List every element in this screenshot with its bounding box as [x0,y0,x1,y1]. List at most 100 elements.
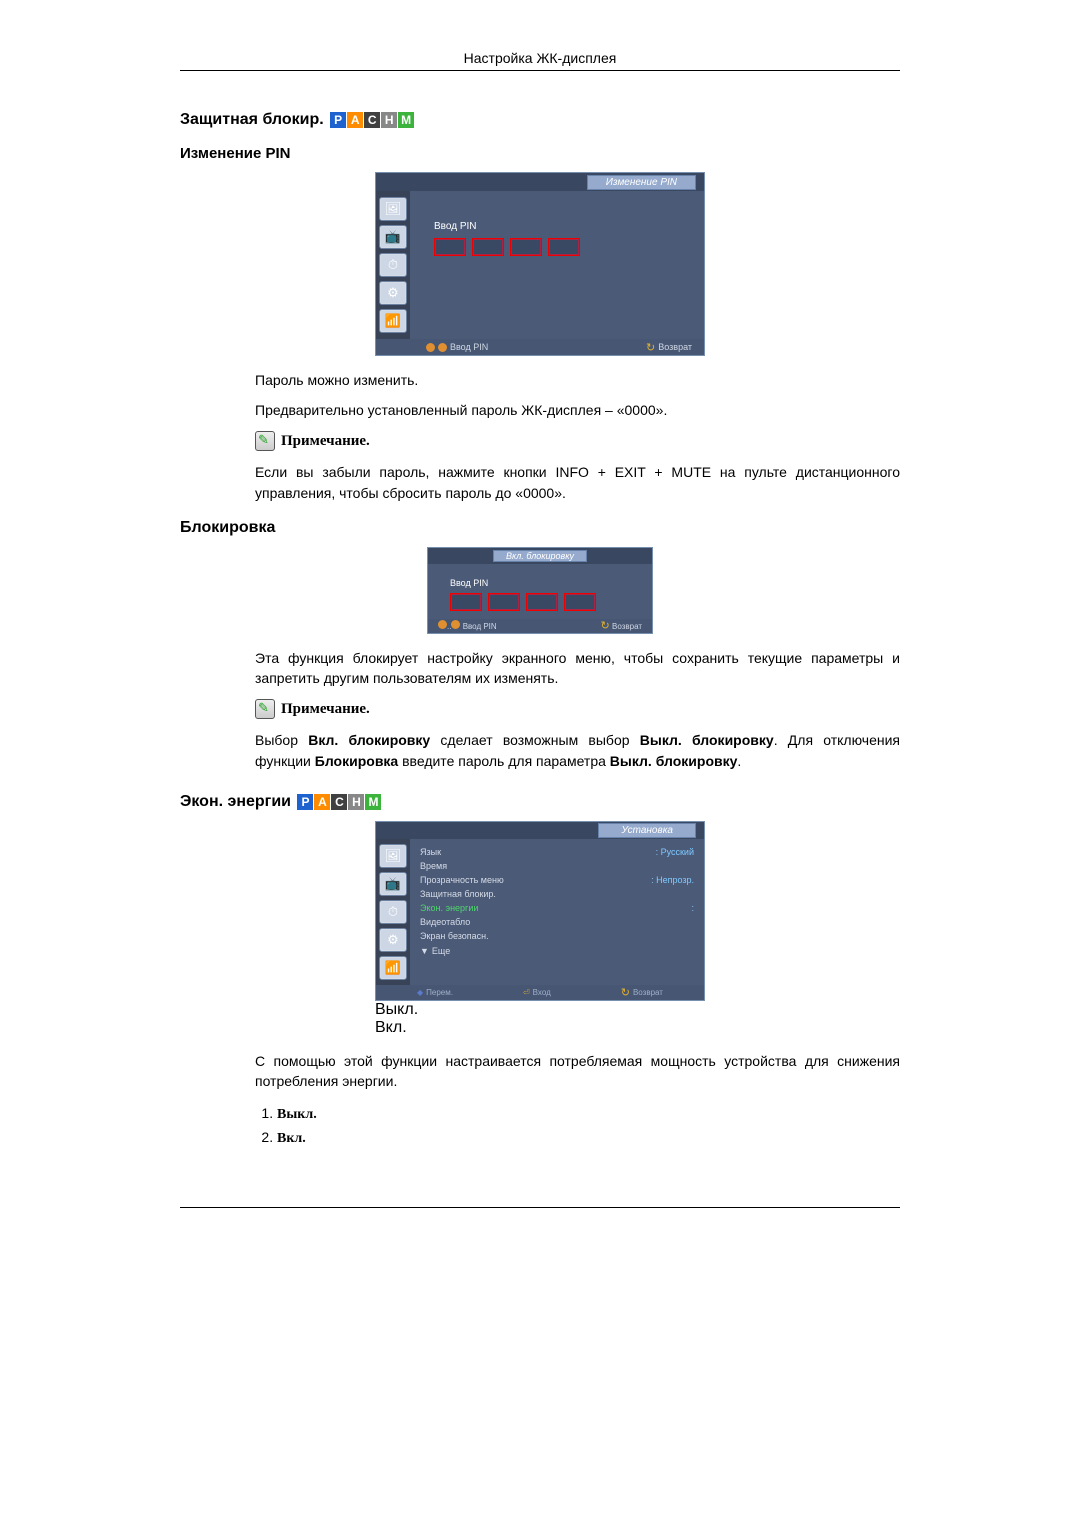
osd2-content: Ввод PIN [428,564,652,619]
input-icon-2: 📺 [379,872,407,896]
osd2-pin-label: Ввод PIN [450,578,630,588]
row-more[interactable]: ▼Еще [420,943,694,956]
osd-titlebar: Изменение PIN [376,173,704,191]
sec2-p1: Эта функция блокирует настройку экранног… [255,648,900,689]
timer-icon-2: ⏱ [379,900,407,924]
mode-badges-2: P A C H M [297,794,382,810]
sec3-body: С помощью этой функции настраивается пот… [255,1051,900,1092]
pin-box-1[interactable] [434,238,466,256]
osd3-title: Установка [598,823,696,838]
picture-icon: 🖼 [379,197,407,221]
osd-footer: Ввод PIN ↻Возврат [376,339,704,355]
input-icon: 📺 [379,225,407,249]
osd2-pin-4[interactable] [564,593,596,611]
osd-lock-on: Вкл. блокировку Ввод PIN .. Ввод PIN ↻ В… [427,547,653,634]
osd-change-pin: Изменение PIN 🖼 📺 ⏱ ⚙ 📶 Ввод PIN [375,172,705,356]
num-icon-3 [438,620,447,629]
section-energy: Экон. энергии P A C H M [180,793,900,811]
chevron-down-icon: ▼ [420,946,429,956]
enter-icon: ⏎ [523,988,530,997]
badge-m-2: M [365,794,381,810]
multi-icon-2: 📶 [379,956,407,980]
osd-lock-wrap: Вкл. блокировку Ввод PIN .. Ввод PIN ↻ В… [180,547,900,634]
osd2-titlebar: Вкл. блокировку [428,548,652,564]
osd2-footer-right: Возврат [612,622,642,631]
note-block-2: Примечание. [255,699,900,721]
section-lock-title: Защитная блокир. P A C H M [180,111,900,129]
row-energy[interactable]: Экон. энергии: [420,901,694,915]
page-header: Настройка ЖК-дисплея [180,50,900,71]
pin-box-3[interactable] [510,238,542,256]
badge-m: M [398,112,414,128]
sec2-body: Эта функция блокирует настройку экранног… [255,648,900,771]
mode-badges: P A C H M [330,112,415,128]
multi-icon: 📶 [379,309,407,333]
footer-enter-pin: Ввод PIN [450,342,488,352]
setup-icon: ⚙ [379,281,407,305]
osd-content: Ввод PIN [410,191,704,339]
return-icon: ↻ [646,341,655,354]
energy-li-off: Выкл. [277,1105,900,1123]
energy-li-on: Вкл. [277,1129,900,1147]
sec1-p3: Если вы забыли пароль, нажмите кнопки IN… [255,462,900,503]
note-label-2: Примечание. [281,699,370,721]
osd2-footer: .. Ввод PIN ↻ Возврат [428,619,652,633]
osd-title: Изменение PIN [587,175,696,190]
badge-c: C [364,112,380,128]
pin-boxes [434,238,680,256]
osd-sidebar: 🖼 📺 ⏱ ⚙ 📶 [376,191,410,339]
badge-h-2: H [348,794,364,810]
footer-return: Возврат [658,342,692,352]
note-icon [255,431,275,451]
section-energy-text: Экон. энергии [180,793,295,810]
row-time[interactable]: Время [420,859,694,873]
setup-icon-2: ⚙ [379,928,407,952]
subsection-lock: Блокировка [180,519,900,537]
row-safe[interactable]: Экран безопасн. [420,929,694,943]
subsection-change-pin: Изменение PIN [180,145,900,162]
badge-a-2: A [314,794,330,810]
energy-opt-on[interactable]: Вкл. [375,1019,705,1037]
return-icon-3: ↻ [621,986,630,999]
energy-opt-off[interactable]: Выкл. [375,1001,705,1019]
energy-popup: Выкл. Вкл. [375,1001,705,1037]
osd2-title: Вкл. блокировку [493,550,587,562]
badge-p-2: P [297,794,313,810]
row-video[interactable]: Видеотабло [420,915,694,929]
picture-icon-2: 🖼 [379,844,407,868]
return-icon-2: ↻ [601,620,610,632]
page: Настройка ЖК-дисплея Защитная блокир. P … [90,0,990,1268]
osd2-pin-1[interactable] [450,593,482,611]
sec2-p2: Выбор Вкл. блокировку сделает возможным … [255,730,900,771]
osd3-content: Язык: Русский Время Прозрачность меню: Н… [410,839,704,985]
note-label-1: Примечание. [281,431,370,453]
sec1-body: Пароль можно изменить. Предварительно ус… [255,370,900,503]
num-icon [426,343,435,352]
row-transparency[interactable]: Прозрачность меню: Непрозр. [420,873,694,887]
osd2-pin-2[interactable] [488,593,520,611]
badge-h: H [381,112,397,128]
osd-setup: Установка 🖼 📺 ⏱ ⚙ 📶 Язык: Русский Время … [375,821,705,1001]
pin-box-2[interactable] [472,238,504,256]
page-footer-line [180,1207,900,1208]
osd-change-pin-wrap: Изменение PIN 🖼 📺 ⏱ ⚙ 📶 Ввод PIN [180,172,900,356]
badge-p: P [330,112,346,128]
row-lock[interactable]: Защитная блокир. [420,887,694,901]
osd2-pin-boxes [450,593,630,611]
sec3-p1: С помощью этой функции настраивается пот… [255,1051,900,1092]
badge-c-2: C [331,794,347,810]
osd3-footer: ◆Перем. ⏎Вход ↻Возврат [376,985,704,1000]
osd2-footer-left: Ввод PIN [463,622,497,631]
nav-icon: ◆ [417,988,423,997]
osd3-sidebar: 🖼 📺 ⏱ ⚙ 📶 [376,839,410,985]
sec1-p2: Предварительно установленный пароль ЖК-д… [255,400,900,420]
osd3-titlebar: Установка [376,822,704,839]
note-block-1: Примечание. [255,431,900,453]
energy-options-list: Выкл. Вкл. [255,1105,900,1147]
pin-label: Ввод PIN [434,221,680,232]
osd2-pin-3[interactable] [526,593,558,611]
num-icon-4 [451,620,460,629]
row-language[interactable]: Язык: Русский [420,845,694,859]
note-icon-2 [255,699,275,719]
pin-box-4[interactable] [548,238,580,256]
